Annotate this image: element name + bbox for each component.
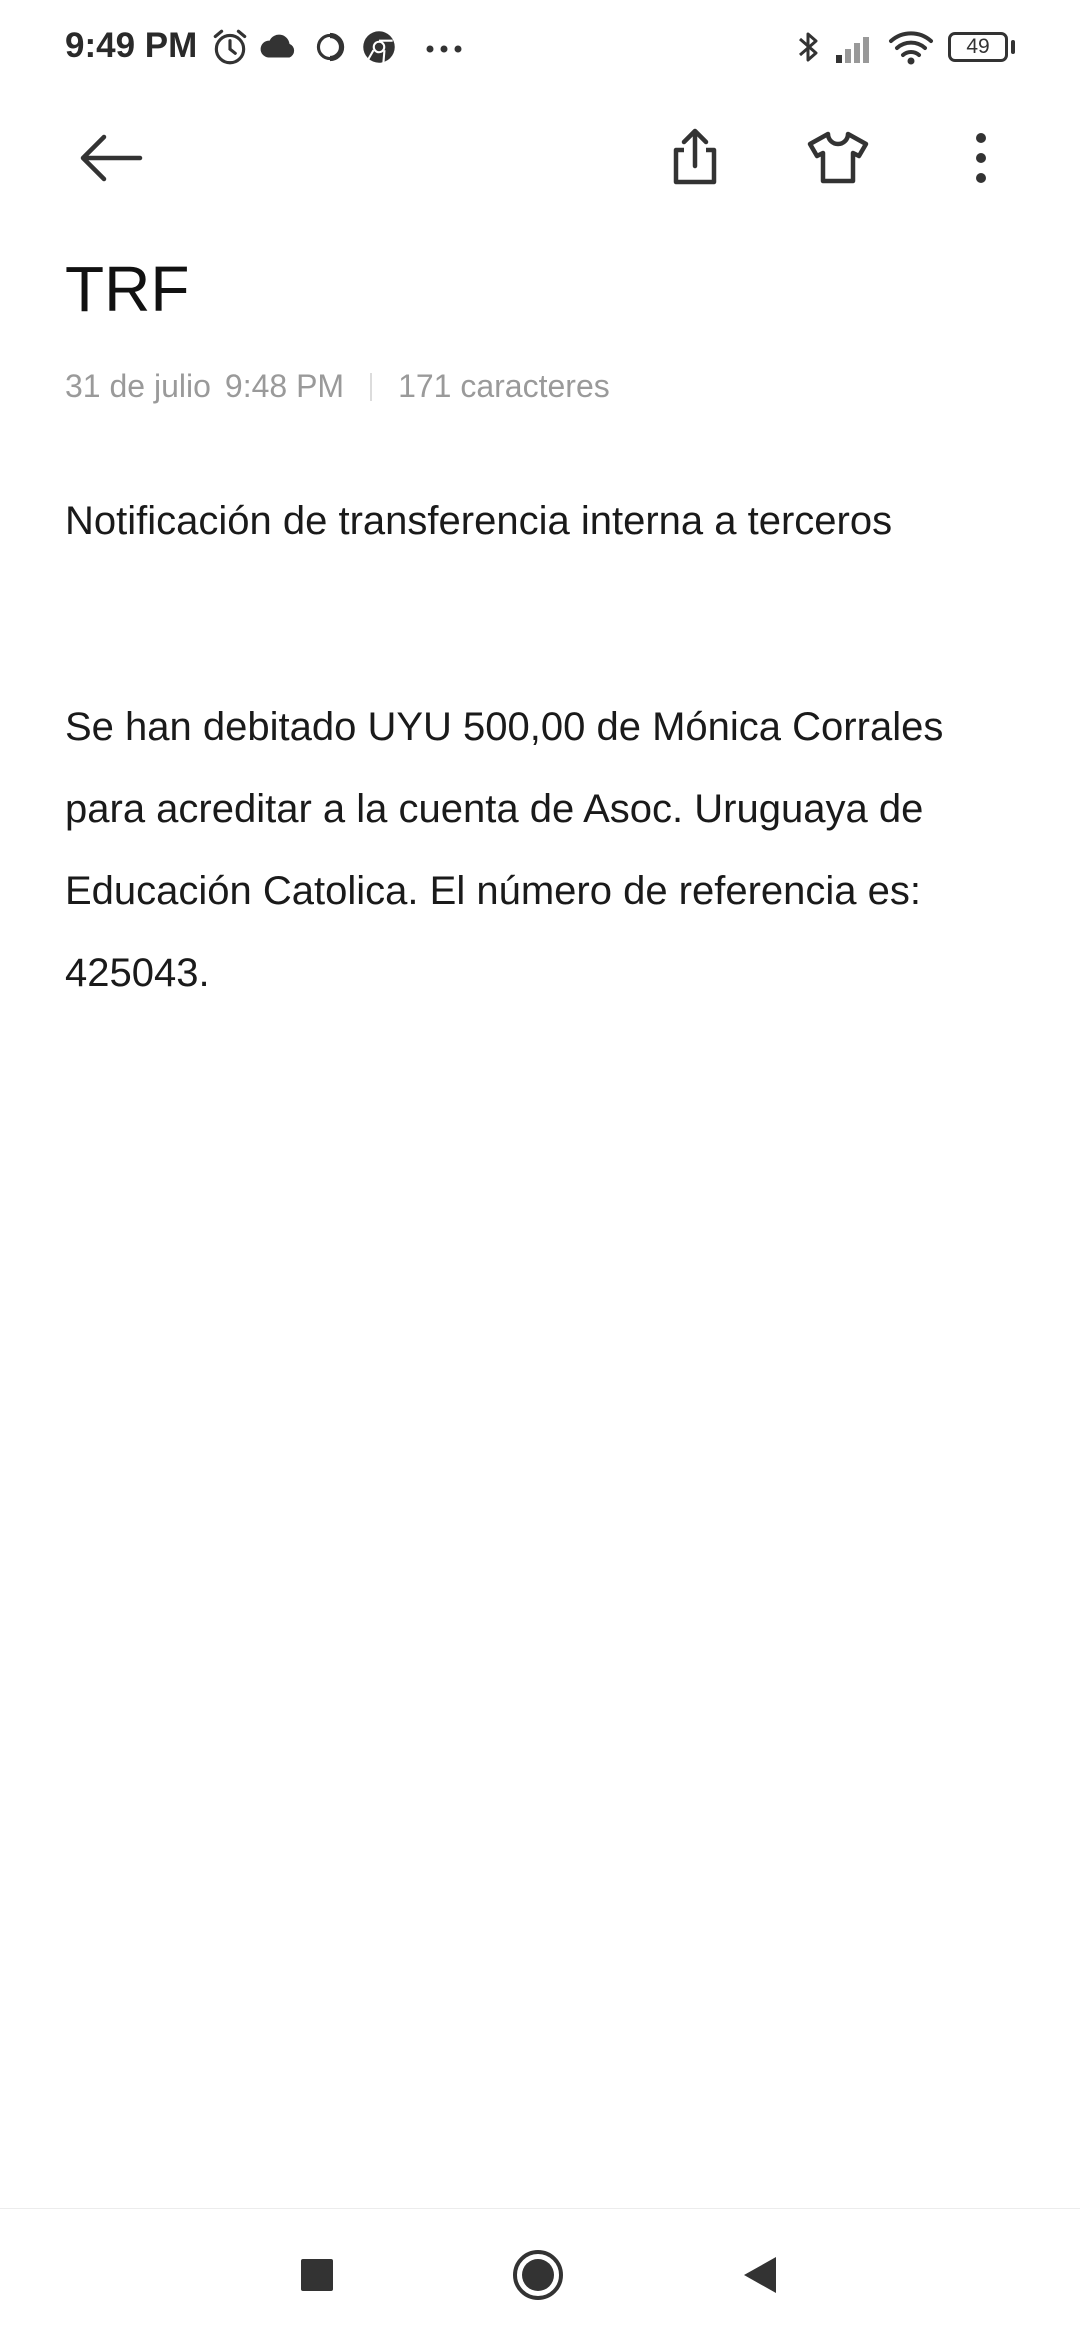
back-triangle-icon	[744, 2257, 776, 2293]
more-vertical-icon	[976, 133, 986, 183]
tshirt-icon	[807, 131, 869, 184]
theme-button[interactable]	[800, 120, 876, 196]
more-dots-icon	[422, 26, 466, 68]
nav-divider	[0, 2208, 1080, 2209]
note-paragraph[interactable]: Se han debitado UYU 500,00 de Mónica Cor…	[65, 686, 1025, 1014]
wifi-icon	[886, 26, 936, 68]
recents-square-icon	[301, 2259, 333, 2291]
note-title[interactable]: TRF	[65, 252, 189, 326]
note-meta: 31 de julio 9:48 PM 171 caracteres	[65, 368, 610, 405]
alarm-icon	[209, 26, 251, 68]
sync-circle-icon	[309, 26, 351, 68]
chrome-icon	[358, 26, 400, 68]
arrow-left-icon	[80, 134, 143, 182]
home-circle-icon	[513, 2250, 563, 2300]
note-paragraph[interactable]: Notificación de transferencia interna a …	[65, 480, 1025, 562]
signal-icon	[832, 26, 878, 68]
note-char-count: 171 caracteres	[398, 368, 610, 404]
recents-button[interactable]	[297, 2255, 337, 2295]
note-date: 31 de julio	[65, 368, 211, 404]
status-time: 9:49 PM	[65, 26, 198, 65]
cloud-icon	[258, 26, 300, 68]
battery-tip	[1011, 40, 1015, 54]
status-bar: 9:49 PM 49	[0, 0, 1080, 100]
home-button[interactable]	[511, 2248, 565, 2302]
share-icon	[673, 128, 717, 185]
meta-divider	[370, 372, 373, 401]
back-button[interactable]	[72, 120, 148, 196]
bluetooth-icon	[792, 26, 824, 68]
note-time: 9:48 PM	[224, 368, 345, 404]
back-nav-button[interactable]	[740, 2253, 782, 2297]
battery-icon: 49	[948, 32, 1008, 62]
more-menu-button[interactable]	[943, 120, 1019, 196]
share-button[interactable]	[657, 120, 733, 196]
